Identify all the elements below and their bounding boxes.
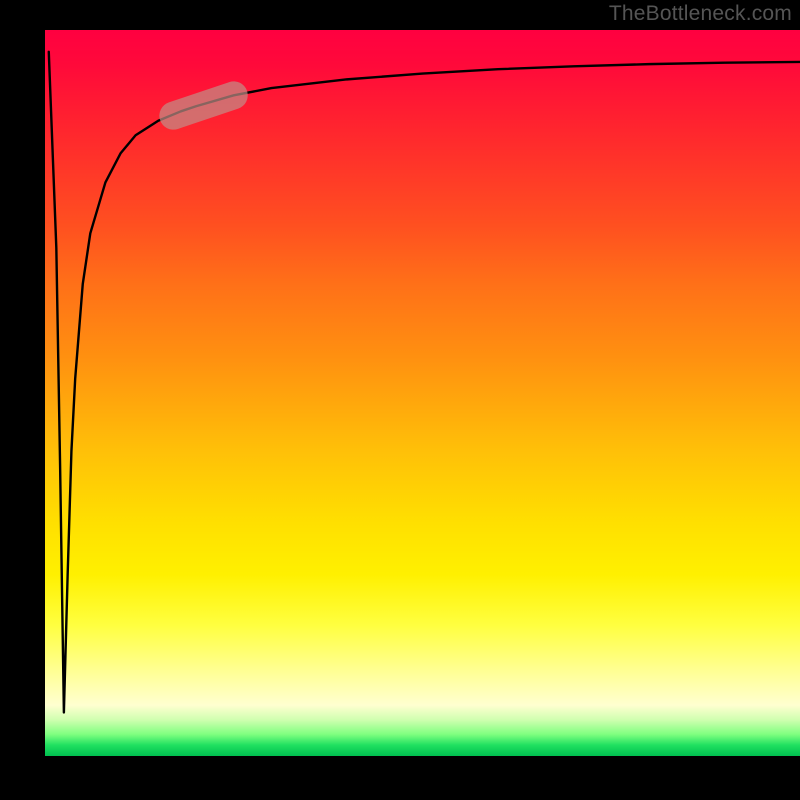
gradient-background xyxy=(45,30,800,756)
plot-region xyxy=(45,30,800,756)
watermark-text: TheBottleneck.com xyxy=(609,2,792,26)
chart-wrapper: TheBottleneck.com xyxy=(0,0,800,800)
